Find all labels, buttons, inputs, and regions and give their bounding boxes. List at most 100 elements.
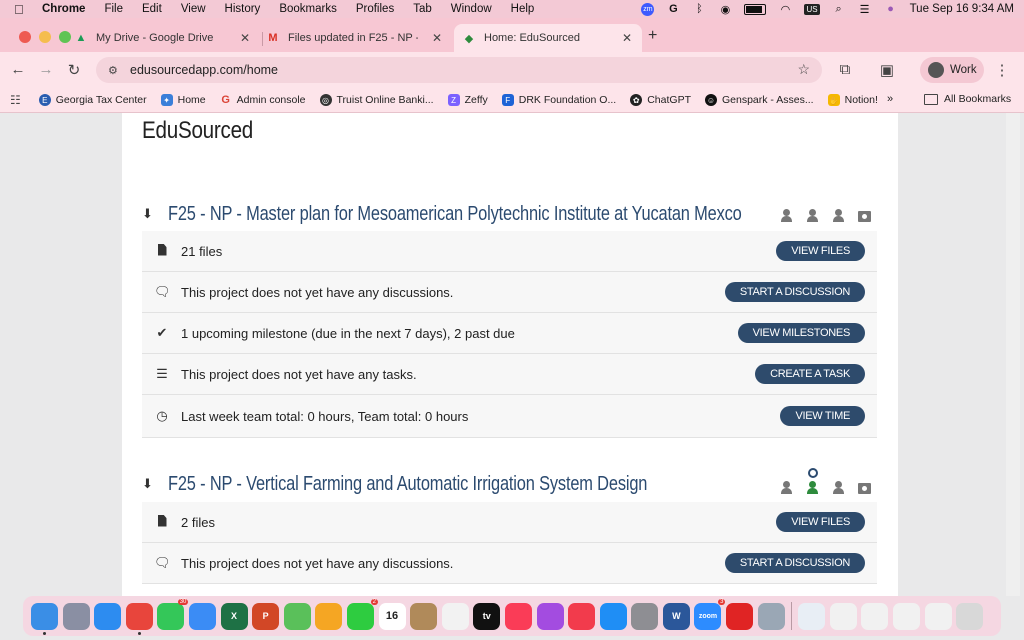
clock-datetime[interactable]: Tue Sep 16 9:34 AM — [910, 3, 1014, 15]
reminders-icon[interactable] — [441, 602, 469, 630]
app-store-icon[interactable] — [599, 602, 627, 630]
menu-history[interactable]: History — [225, 3, 261, 15]
zoom-window-button[interactable] — [59, 31, 71, 43]
mentor-icon[interactable] — [832, 481, 845, 494]
user-account-icon[interactable]: ◉ — [718, 3, 732, 16]
menu-bookmarks[interactable]: Bookmarks — [279, 3, 337, 15]
powerpoint-icon[interactable]: P — [252, 602, 280, 630]
finder-icon[interactable] — [31, 602, 58, 635]
start-discussion-button[interactable]: START A DISCUSSION — [724, 282, 865, 302]
excel-icon[interactable]: X — [220, 602, 248, 630]
graduate-icon[interactable] — [806, 481, 819, 494]
screenshot-thumb-2[interactable] — [861, 602, 889, 630]
all-bookmarks-folder[interactable]: All Bookmarks — [924, 93, 1011, 105]
mentor-icon[interactable] — [832, 209, 845, 222]
menu-help[interactable]: Help — [511, 3, 535, 15]
battery-icon[interactable] — [744, 3, 767, 15]
zoom-icon[interactable]: zoom 3 — [694, 598, 726, 630]
news-icon[interactable] — [568, 602, 596, 630]
menu-profiles[interactable]: Profiles — [356, 3, 394, 15]
client-badge-icon[interactable] — [858, 209, 871, 222]
acrobat-icon[interactable] — [726, 602, 754, 630]
menu-file[interactable]: File — [104, 3, 123, 15]
close-tab-icon[interactable]: ✕ — [432, 31, 442, 45]
bookmark-truist[interactable]: ◎ Truist Online Banki... — [319, 94, 434, 106]
project-title-link[interactable]: F25 - NP - Vertical Farming and Automati… — [168, 473, 647, 496]
input-source-badge[interactable]: US — [804, 3, 820, 15]
extensions-icon[interactable]: ⧉ — [835, 61, 855, 78]
word-icon[interactable]: W — [662, 602, 690, 630]
chrome-menu-icon[interactable]: ⋮ — [992, 61, 1012, 79]
address-bar[interactable]: ⚙ edusourcedapp.com/home ☆ — [96, 57, 822, 83]
tab-search-icon[interactable]: ▣ — [877, 61, 897, 79]
control-center-icon[interactable]: ☰ — [858, 3, 872, 16]
tab-edusourced[interactable]: ◆ Home: EduSourced ✕ — [454, 24, 642, 52]
close-tab-icon[interactable]: ✕ — [240, 31, 250, 45]
trash-icon[interactable] — [956, 602, 984, 630]
launchpad-icon[interactable] — [62, 602, 90, 630]
view-time-button[interactable]: VIEW TIME — [780, 406, 865, 426]
calendar-icon[interactable]: 16 — [378, 602, 406, 630]
start-discussion-button[interactable]: START A DISCUSSION — [724, 553, 865, 573]
graduate-icon[interactable] — [806, 209, 819, 222]
back-arrow-icon[interactable]: ← — [8, 61, 28, 78]
close-window-button[interactable] — [19, 31, 31, 43]
chrome-icon[interactable] — [125, 602, 153, 635]
collapse-arrow-icon[interactable]: ⬇ — [142, 206, 158, 222]
student-icon[interactable] — [780, 481, 793, 494]
bookmark-admin-console[interactable]: G Admin console — [220, 94, 305, 106]
bookmark-notion[interactable]: ✋ Notion! — [827, 94, 878, 106]
wifi-icon[interactable]: ◠ — [778, 3, 792, 16]
apple-tv-icon[interactable]: tv — [473, 602, 501, 630]
create-task-button[interactable]: CREATE A TASK — [755, 364, 865, 384]
safari-icon[interactable] — [94, 602, 122, 630]
student-icon[interactable] — [780, 209, 793, 222]
downloads-folder-icon[interactable] — [798, 602, 826, 630]
collapse-arrow-icon[interactable]: ⬇ — [142, 476, 158, 492]
profile-button[interactable]: Work — [920, 57, 984, 83]
apps-grid-icon[interactable]: ☷ — [10, 93, 21, 107]
maps-icon[interactable] — [283, 602, 311, 630]
bookmark-home[interactable]: ✦ Home — [160, 94, 206, 106]
bluetooth-icon[interactable]: ᛒ — [692, 3, 706, 15]
photos-icon[interactable] — [315, 602, 343, 630]
reload-icon[interactable]: ↻ — [64, 61, 84, 79]
view-files-button[interactable]: VIEW FILES — [776, 512, 865, 532]
forward-arrow-icon[interactable]: → — [36, 61, 56, 78]
minimize-window-button[interactable] — [39, 31, 51, 43]
grammarly-icon[interactable]: G — [666, 3, 680, 15]
menu-tab[interactable]: Tab — [413, 3, 432, 15]
tab-google-drive[interactable]: ▲ My Drive - Google Drive ✕ — [74, 24, 260, 52]
url-text[interactable]: edusourcedapp.com/home — [130, 63, 278, 77]
screenshot-thumb-1[interactable] — [829, 602, 857, 630]
bookmark-georgia-tax[interactable]: E Georgia Tax Center — [38, 94, 147, 106]
view-files-button[interactable]: VIEW FILES — [776, 241, 865, 261]
bookmark-genspark[interactable]: ☺ Genspark - Asses... — [704, 94, 814, 106]
screenshot-thumb-4[interactable] — [924, 602, 952, 630]
scrollbar[interactable] — [1006, 113, 1020, 596]
zoom-status-icon[interactable]: zm — [641, 2, 655, 16]
view-milestones-button[interactable]: VIEW MILESTONES — [737, 323, 865, 343]
client-badge-icon[interactable] — [858, 481, 871, 494]
preview-icon[interactable] — [757, 602, 785, 630]
contacts-icon[interactable] — [410, 602, 438, 630]
siri-icon[interactable]: ● — [884, 3, 898, 15]
site-settings-icon[interactable]: ⚙ — [108, 64, 122, 77]
system-settings-icon[interactable] — [631, 602, 659, 630]
apple-menu-icon[interactable]:  — [14, 2, 28, 17]
project-title-link[interactable]: F25 - NP - Master plan for Mesoamerican … — [168, 203, 742, 226]
menu-window[interactable]: Window — [451, 3, 492, 15]
menu-app-name[interactable]: Chrome — [42, 3, 85, 15]
new-tab-button[interactable]: + — [648, 27, 657, 45]
bookmark-star-icon[interactable]: ☆ — [797, 61, 810, 78]
more-bookmarks-chevron[interactable]: » — [887, 93, 893, 105]
music-icon[interactable] — [504, 602, 532, 630]
close-tab-icon[interactable]: ✕ — [622, 31, 632, 45]
screenshot-thumb-3[interactable] — [893, 602, 921, 630]
bookmark-drk[interactable]: F DRK Foundation O... — [501, 94, 616, 106]
mail-icon[interactable] — [188, 602, 216, 630]
bookmark-chatgpt[interactable]: ✿ ChatGPT — [630, 94, 691, 106]
tab-gmail[interactable]: M Files updated in F25 - NP - M ✕ — [266, 24, 452, 52]
podcasts-icon[interactable] — [536, 602, 564, 630]
menu-view[interactable]: View — [181, 3, 206, 15]
